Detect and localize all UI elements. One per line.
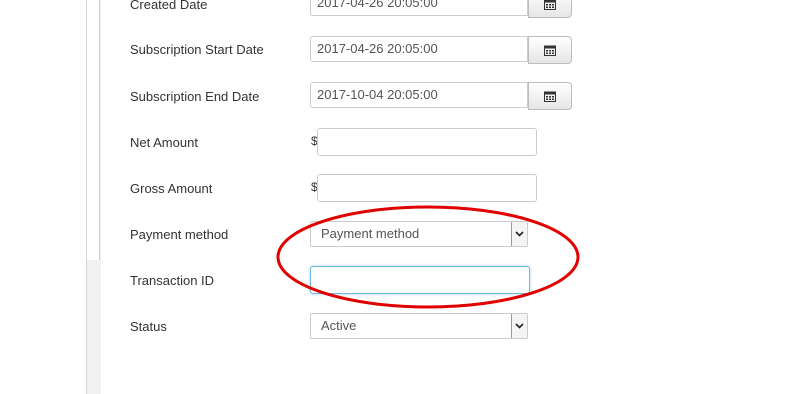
payment-method-label: Payment method	[130, 227, 229, 242]
created-date-input[interactable]: 2017-04-26 20:05:00	[310, 0, 528, 16]
subscription-end-date-group: 2017-10-04 20:05:00	[310, 82, 572, 110]
subscription-start-date-input[interactable]: 2017-04-26 20:05:00	[310, 36, 528, 62]
created-date-label: Created Date	[130, 0, 208, 12]
subscription-end-date-label: Subscription End Date	[130, 89, 260, 104]
calendar-icon	[544, 0, 556, 10]
calendar-icon	[544, 91, 556, 102]
subscription-start-date-group: 2017-04-26 20:05:00	[310, 36, 572, 64]
created-date-group: 2017-04-26 20:05:00	[310, 0, 572, 18]
subscription-form-page: Created Date 2017-04-26 20:05:00 Subscri…	[0, 0, 798, 394]
transaction-id-label: Transaction ID	[130, 273, 215, 288]
payment-method-selected-value: Payment method	[321, 226, 420, 241]
calendar-icon	[544, 45, 556, 56]
payment-method-dropdown-arrow[interactable]	[511, 222, 527, 246]
gross-amount-label: Gross Amount	[130, 181, 213, 196]
left-scrollbar-thumb[interactable]	[87, 0, 100, 260]
status-dropdown-arrow[interactable]	[511, 314, 527, 338]
chevron-down-icon	[515, 323, 524, 329]
chevron-down-icon	[515, 231, 524, 237]
payment-method-select[interactable]: Payment method	[310, 221, 528, 247]
created-date-calendar-button[interactable]	[528, 0, 572, 18]
net-amount-input[interactable]	[317, 128, 537, 156]
gross-amount-input[interactable]	[317, 174, 537, 202]
subscription-end-date-input[interactable]: 2017-10-04 20:05:00	[310, 82, 528, 108]
subscription-start-calendar-button[interactable]	[528, 36, 572, 64]
status-label: Status	[130, 319, 167, 334]
net-amount-label: Net Amount	[130, 135, 198, 150]
status-select[interactable]: Active	[310, 313, 528, 339]
transaction-id-input[interactable]	[310, 266, 530, 294]
subscription-start-date-label: Subscription Start Date	[130, 42, 264, 57]
subscription-end-calendar-button[interactable]	[528, 82, 572, 110]
status-selected-value: Active	[321, 318, 357, 333]
left-scroll-gutter	[86, 0, 101, 394]
